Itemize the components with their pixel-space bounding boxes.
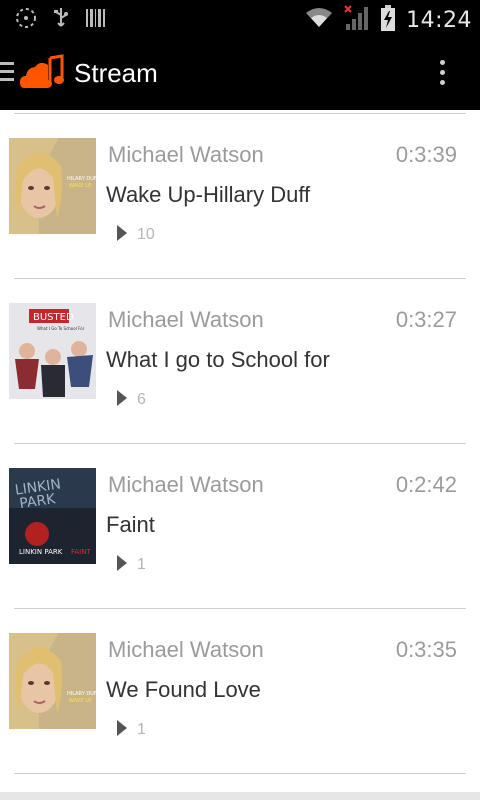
svg-text:What I Go To School For: What I Go To School For [37,326,85,331]
divider [14,773,466,774]
play-count: 6 [137,391,146,408]
svg-text:WAKE UP: WAKE UP [69,183,92,189]
menu-icon[interactable] [0,62,14,84]
overflow-menu-icon[interactable] [440,60,446,90]
track-duration: 0:2:42 [395,472,457,497]
track-title: What I go to School for [106,347,330,372]
track-row[interactable]: LINKIN PARK LINKIN PARK FAINT Michael Wa… [0,444,480,609]
artist-name: Michael Watson [108,637,264,662]
track-duration: 0:3:27 [395,307,457,332]
artist-name: Michael Watson [108,142,264,167]
notification-icon [14,6,38,34]
battery-icon [380,4,396,36]
play-count: 10 [137,226,155,243]
svg-text:HILARY DUFF: HILARY DUFF [67,176,96,182]
clock: 14:24 [406,7,472,33]
artist-name: Michael Watson [108,307,264,332]
album-art: HILARY DUFF WAKE UP [9,138,96,234]
play-count-icon [116,390,128,406]
play-count: 1 [137,556,146,573]
play-count-icon [116,225,128,241]
track-title: We Found Love [106,677,261,702]
track-duration: 0:3:39 [395,142,457,167]
track-duration: 0:3:35 [395,637,457,662]
artist-name: Michael Watson [108,472,264,497]
album-art: HILARY DUFF WAKE UP [9,633,96,729]
svg-text:FAINT: FAINT [71,548,91,556]
app-logo-icon[interactable] [20,54,66,94]
album-art: BUSTED What I Go To School For [9,303,96,399]
wifi-icon [304,5,334,35]
track-title: Faint [106,512,155,537]
barcode-icon [84,6,106,34]
svg-text:LINKIN PARK: LINKIN PARK [19,548,63,556]
svg-text:WAKE UP: WAKE UP [69,698,92,704]
album-art: LINKIN PARK LINKIN PARK FAINT [9,468,96,564]
track-row[interactable]: HILARY DUFF WAKE UP Michael Watson 0:3:3… [0,609,480,774]
play-count: 1 [137,721,146,738]
signal-icon [344,4,370,36]
page-title: Stream [74,58,158,88]
track-title: Wake Up-Hillary Duff [106,182,311,207]
action-bar: Stream [0,38,480,110]
play-count-icon [116,555,128,571]
svg-text:HILARY DUFF: HILARY DUFF [67,691,96,697]
next-row-peek [0,792,480,800]
track-row[interactable]: HILARY DUFF WAKE UP Michael Watson 0:3:3… [0,114,480,279]
usb-icon [52,6,70,34]
track-row[interactable]: BUSTED What I Go To School For Michael W… [0,279,480,444]
svg-text:BUSTED: BUSTED [33,312,74,323]
play-count-icon [116,720,128,736]
status-bar: 14:24 [0,0,480,38]
